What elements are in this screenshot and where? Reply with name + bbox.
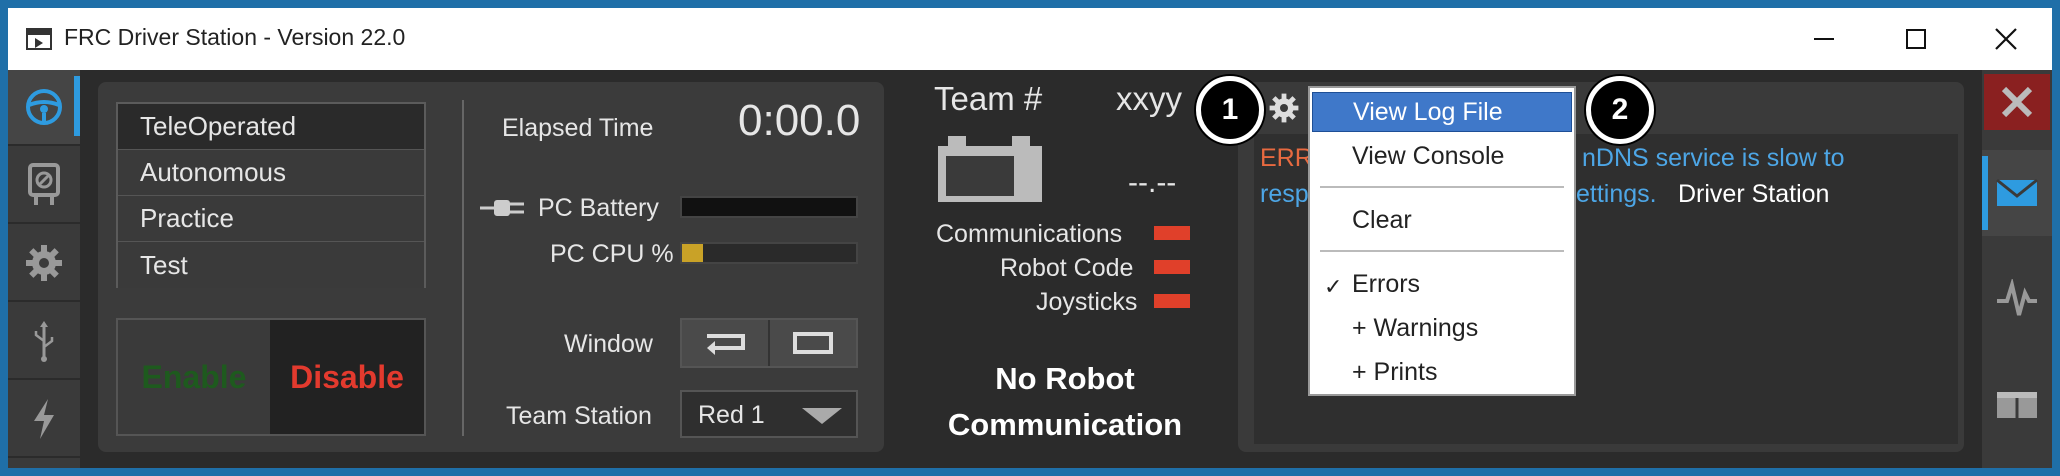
menu-errors[interactable]: Errors xyxy=(1312,264,1572,304)
close-icon xyxy=(1995,28,2017,50)
gear-icon xyxy=(22,241,66,285)
team-station-select[interactable]: Red 1 xyxy=(680,390,858,438)
menu-separator xyxy=(1320,186,1564,188)
team-number-label: Team # xyxy=(934,80,1043,117)
menu-prints[interactable]: + Prints xyxy=(1312,352,1572,392)
communications-label: Communications xyxy=(936,220,1123,248)
message-settings-gear-icon[interactable] xyxy=(1268,92,1300,124)
mode-list: TeleOperated Autonomous Practice Test xyxy=(116,102,426,288)
team-number-value[interactable]: xxyy xyxy=(1116,80,1182,118)
team-station-label: Team Station xyxy=(506,402,652,430)
team-station-value: Red 1 xyxy=(698,401,765,429)
robot-code-label: Robot Code xyxy=(1000,254,1134,282)
nav-usb-devices[interactable] xyxy=(8,304,80,380)
joysticks-indicator xyxy=(1154,294,1190,308)
callout-badge-1: 1 xyxy=(1196,76,1264,144)
nav-operation[interactable] xyxy=(8,70,80,146)
message-error-prefix: ERR xyxy=(1260,144,1313,172)
steering-wheel-icon xyxy=(22,85,66,129)
mode-autonomous[interactable]: Autonomous xyxy=(118,150,424,196)
nav-messages[interactable] xyxy=(1982,150,2052,236)
menu-warnings[interactable]: + Warnings xyxy=(1312,308,1572,348)
mode-teleoperated[interactable]: TeleOperated xyxy=(118,104,424,150)
pc-cpu-bar xyxy=(680,242,858,264)
app-icon xyxy=(26,28,52,50)
message-line2-head: resp xyxy=(1260,180,1309,208)
robot-comm-status: No Robot Communication xyxy=(920,356,1210,448)
split-view-icon xyxy=(1997,392,2037,418)
joysticks-label: Joysticks xyxy=(1036,288,1138,316)
envelope-icon xyxy=(1996,178,2038,206)
menu-view-log-file[interactable]: View Log File xyxy=(1312,92,1572,132)
pc-battery-label: PC Battery xyxy=(538,194,659,222)
left-nav xyxy=(8,70,80,468)
float-window-icon xyxy=(793,332,833,354)
disable-button[interactable]: Disable xyxy=(270,320,424,434)
mode-test[interactable]: Test xyxy=(118,242,424,288)
message-line1-tail: nDNS service is slow to xyxy=(1582,144,1845,172)
message-options-menu: View Log File View Console Clear ✓ Error… xyxy=(1308,86,1576,396)
close-panel-button[interactable] xyxy=(1984,74,2050,130)
nav-setup[interactable] xyxy=(8,226,80,302)
enable-disable-group: Enable Disable xyxy=(116,318,426,436)
robot-code-indicator xyxy=(1154,260,1190,274)
minimize-button[interactable] xyxy=(1778,8,1870,70)
window-title: FRC Driver Station - Version 22.0 xyxy=(64,24,406,50)
title-bar: FRC Driver Station - Version 22.0 xyxy=(8,8,2052,70)
no-robot-line1: No Robot xyxy=(995,361,1135,396)
nav-diagnostics[interactable] xyxy=(8,148,80,224)
menu-view-console[interactable]: View Console xyxy=(1312,136,1572,176)
nav-power[interactable] xyxy=(8,382,80,458)
panel-divider xyxy=(462,100,464,436)
power-icon xyxy=(22,397,66,441)
window-mode-label: Window xyxy=(564,330,653,358)
minimize-icon xyxy=(1814,38,1834,40)
maximize-icon xyxy=(1906,29,1926,49)
window-dock-button[interactable] xyxy=(682,320,768,366)
close-window-button[interactable] xyxy=(1960,8,2052,70)
usb-icon xyxy=(22,319,66,363)
elapsed-time-value: 0:00.0 xyxy=(738,96,861,145)
waveform-icon xyxy=(1997,279,2037,316)
dropdown-arrow-icon xyxy=(802,408,842,424)
plug-icon xyxy=(480,200,524,216)
menu-separator xyxy=(1320,250,1564,252)
window-mode-toggle xyxy=(680,318,858,368)
enable-button[interactable]: Enable xyxy=(118,320,270,434)
close-icon xyxy=(2001,86,2033,118)
communications-indicator xyxy=(1154,226,1190,240)
callout-badge-2: 2 xyxy=(1586,76,1654,144)
pc-cpu-label: PC CPU % xyxy=(550,240,674,268)
diagnostics-icon xyxy=(22,163,66,207)
message-source: Driver Station xyxy=(1678,180,1830,208)
nav-both[interactable] xyxy=(1982,362,2052,448)
message-line2-mid: ettings. xyxy=(1576,180,1657,208)
no-robot-line2: Communication xyxy=(947,407,1183,442)
battery-icon xyxy=(938,136,1042,202)
nav-charts[interactable] xyxy=(1982,256,2052,342)
window-float-button[interactable] xyxy=(768,320,856,366)
battery-voltage: --.-- xyxy=(1128,166,1177,199)
elapsed-time-label: Elapsed Time xyxy=(502,114,654,142)
mode-practice[interactable]: Practice xyxy=(118,196,424,242)
menu-clear[interactable]: Clear xyxy=(1312,200,1572,240)
pc-cpu-fill xyxy=(682,244,703,262)
maximize-button[interactable] xyxy=(1870,8,1962,70)
dock-window-icon xyxy=(707,334,745,355)
pc-battery-bar xyxy=(680,196,858,218)
